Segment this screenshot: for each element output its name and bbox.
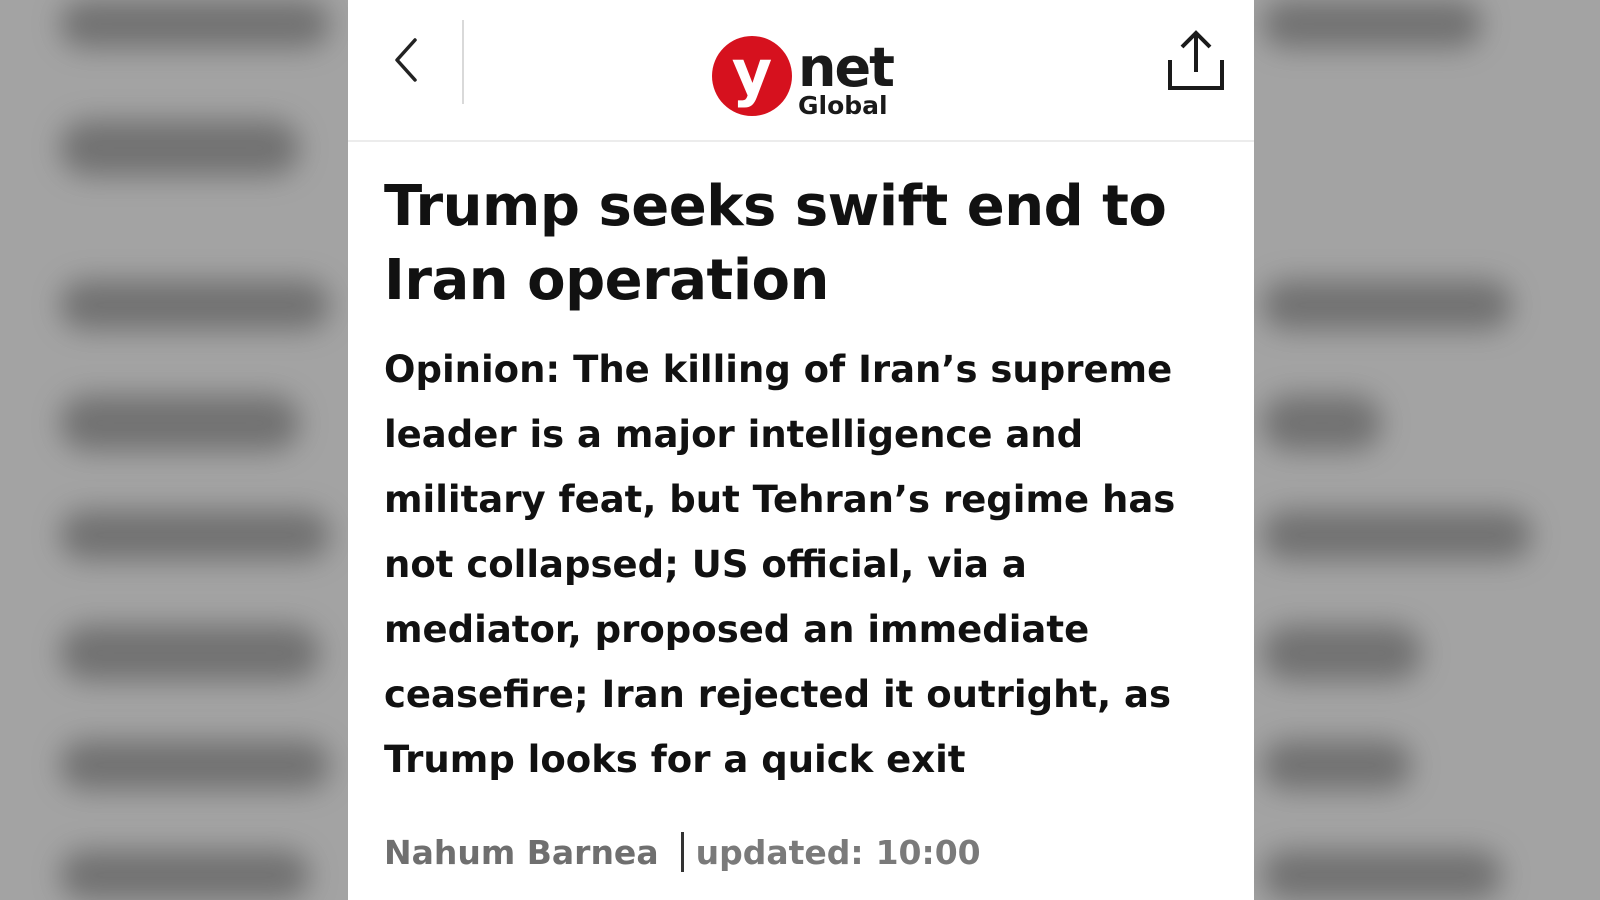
- article-headline: Trump seeks swift end to Iran operation: [384, 174, 1167, 313]
- logo-wordmark: net: [798, 36, 894, 99]
- logo-mark-letter: y: [732, 36, 772, 109]
- share-icon: [1166, 30, 1226, 96]
- ynet-global-logo[interactable]: y net Global: [712, 30, 902, 122]
- share-button[interactable]: [1164, 30, 1228, 96]
- byline-divider: [680, 832, 684, 872]
- chevron-left-icon: [391, 36, 421, 88]
- updated-time: 10:00: [875, 832, 981, 872]
- author-name[interactable]: Nahum Barnea: [384, 833, 659, 872]
- article-subtitle: Opinion: The killing of Iran’s supreme l…: [384, 348, 1176, 781]
- logo-edition: Global: [798, 91, 888, 120]
- back-button[interactable]: [384, 36, 428, 88]
- byline: Nahum Barnea updated: 10:00: [384, 832, 981, 872]
- header-divider: [462, 20, 464, 104]
- app-header: y net Global: [348, 0, 1254, 142]
- updated-label: updated:: [695, 832, 864, 872]
- article-panel: y net Global Trump seeks swift end to Ir…: [348, 0, 1254, 900]
